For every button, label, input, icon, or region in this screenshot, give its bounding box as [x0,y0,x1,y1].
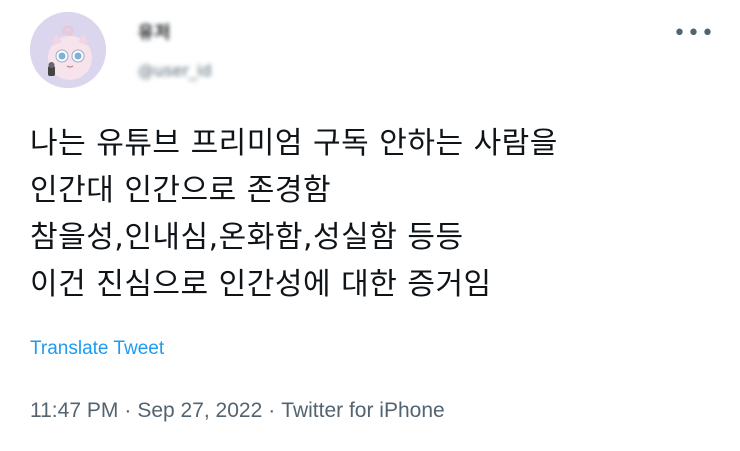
more-horizontal-icon: ••• [673,21,715,46]
tweet-date[interactable]: Sep 27, 2022 [137,399,262,422]
tweet-card: 유저 @user_id ••• 나는 유튜브 프리미엄 구독 안하는 사람을 인… [0,0,740,451]
tweet-text: 나는 유튜브 프리미엄 구독 안하는 사람을 인간대 인간으로 존경함 참을성,… [30,120,720,308]
tweet-text-line: 참을성,인내심,온화함,성실함 등등 [30,220,464,255]
more-options-button[interactable]: ••• [673,21,715,46]
tweet-source-link[interactable]: Twitter for iPhone [281,399,444,422]
user-display-name[interactable]: 유저 [138,18,171,43]
meta-separator: · [124,399,132,422]
tweet-text-line: 이건 진심으로 인간성에 대한 증거임 [30,267,492,302]
meta-separator: · [268,399,276,422]
tweet-meta: 11:47 PM · Sep 27, 2022 · Twitter for iPhone [30,399,445,423]
translate-tweet-link[interactable]: Translate Tweet [30,338,164,360]
tweet-text-line: 나는 유튜브 프리미엄 구독 안하는 사람을 [30,126,558,161]
avatar-image [30,12,106,88]
user-handle[interactable]: @user_id [138,61,212,80]
tweet-time[interactable]: 11:47 PM [30,399,118,422]
tweet-text-line: 인간대 인간으로 존경함 [30,173,332,208]
avatar[interactable] [30,12,106,88]
